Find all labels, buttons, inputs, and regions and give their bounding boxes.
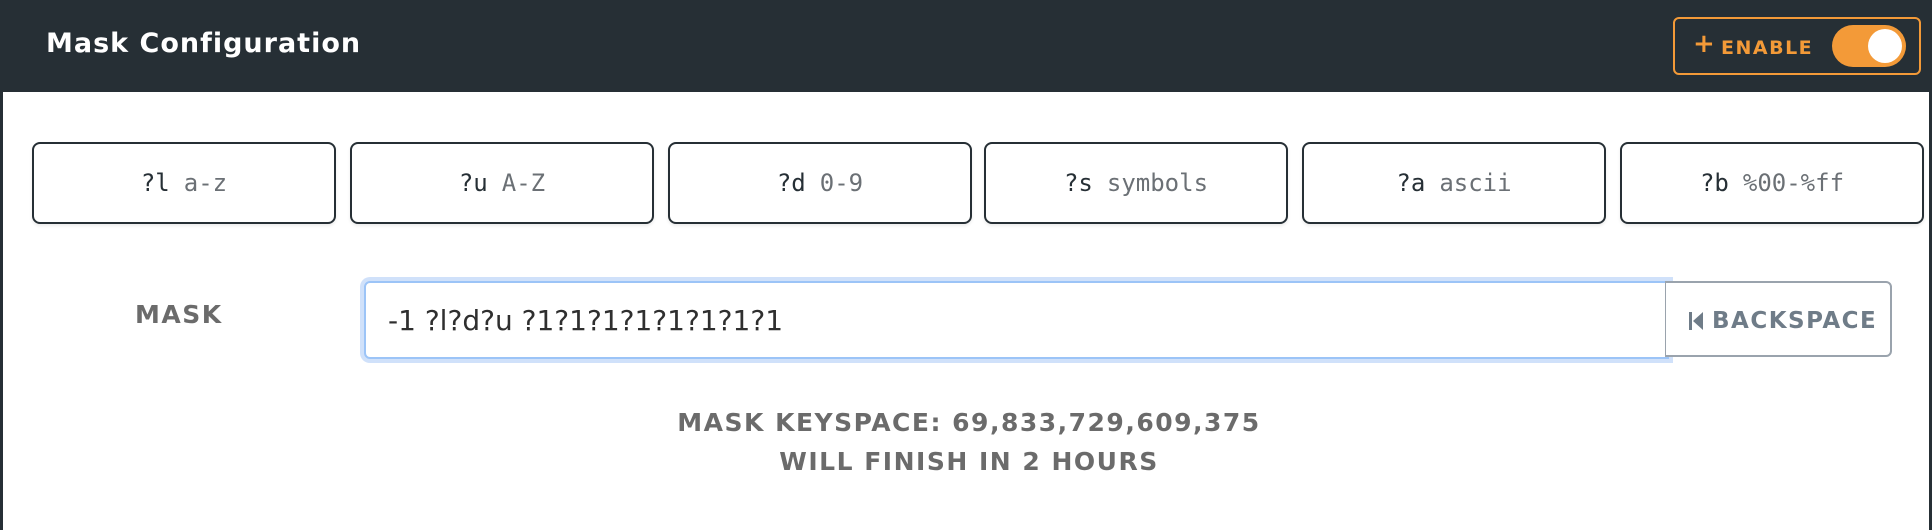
charset-desc: A-Z xyxy=(501,169,546,197)
switch-knob xyxy=(1868,29,1902,63)
mask-configuration-panel: Mask Configuration + ENABLE ?l a-z ?u A-… xyxy=(0,0,1932,530)
charset-button-lower[interactable]: ?l a-z xyxy=(32,142,336,224)
enable-switch[interactable] xyxy=(1832,25,1906,67)
charset-code: ?l xyxy=(140,169,170,197)
charset-code: ?a xyxy=(1396,169,1426,197)
charset-button-ascii[interactable]: ?a ascii xyxy=(1302,142,1606,224)
charset-button-bytes[interactable]: ?b %00-%ff xyxy=(1620,142,1924,224)
mask-label: MASK xyxy=(135,300,223,329)
charset-button-symbols[interactable]: ?s symbols xyxy=(984,142,1288,224)
finish-estimate-text: WILL FINISH IN 2 HOURS xyxy=(779,447,1159,476)
charset-code: ?b xyxy=(1699,169,1729,197)
panel-title: Mask Configuration xyxy=(46,28,362,59)
charset-code: ?d xyxy=(776,169,806,197)
mask-keyspace-text: MASK KEYSPACE: 69,833,729,609,375 xyxy=(677,408,1261,437)
charset-desc: ascii xyxy=(1439,169,1512,197)
charset-code: ?s xyxy=(1063,169,1093,197)
charset-code: ?u xyxy=(458,169,488,197)
panel-header: Mask Configuration + ENABLE xyxy=(3,0,1932,92)
enable-toggle-button[interactable]: + ENABLE xyxy=(1673,17,1921,75)
charset-button-digits[interactable]: ?d 0-9 xyxy=(668,142,972,224)
charset-desc: %00-%ff xyxy=(1742,169,1845,197)
charset-desc: symbols xyxy=(1106,169,1209,197)
enable-label: ENABLE xyxy=(1721,37,1814,59)
plus-icon: + xyxy=(1693,29,1715,59)
skip-back-icon xyxy=(1689,312,1703,330)
charset-button-upper[interactable]: ?u A-Z xyxy=(350,142,654,224)
charset-desc: 0-9 xyxy=(819,169,864,197)
mask-input[interactable] xyxy=(364,281,1669,359)
backspace-label: BACKSPACE xyxy=(1712,308,1878,334)
backspace-button[interactable]: BACKSPACE xyxy=(1665,281,1892,357)
charset-desc: a-z xyxy=(183,169,228,197)
